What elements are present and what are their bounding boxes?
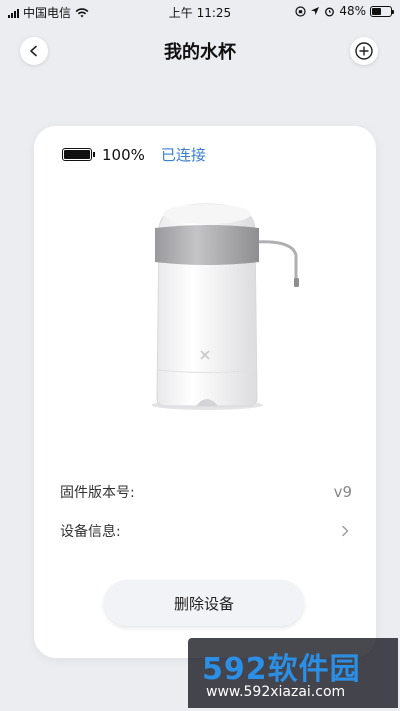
watermark-title: 592软件园 [202, 652, 361, 687]
watermark: 592软件园 www.592xiazai.com [188, 638, 398, 708]
connection-status: 已连接 [160, 146, 206, 164]
chevron-right-icon [342, 525, 349, 537]
device-status: 100% 已连接 [62, 144, 206, 165]
status-right: 48% [295, 4, 394, 18]
water-cup-image [152, 203, 299, 410]
watermark-url: www.592xiazai.com [206, 684, 346, 700]
location-icon [311, 7, 320, 15]
device-battery-percent: 100% [102, 145, 145, 164]
battery-icon [370, 5, 394, 17]
delete-device-button[interactable]: 删除设备 [104, 580, 304, 626]
device-info-row[interactable]: 设备信息: [60, 521, 352, 541]
firmware-row: 固件版本号: v9 [60, 482, 352, 502]
device-battery-icon [62, 148, 95, 161]
device-info-label: 设备信息: [60, 524, 121, 540]
alarm-icon [325, 7, 335, 16]
page-title: 我的水杯 [164, 42, 236, 63]
firmware-value: v9 [333, 483, 352, 501]
firmware-label: 固件版本号: [60, 485, 135, 501]
plus-circle-icon [355, 42, 373, 60]
orientation-lock-icon [295, 5, 306, 17]
battery-percent: 48% [339, 4, 366, 18]
add-device-button[interactable] [350, 37, 378, 65]
status-bar: 中国电信 上午 11:25 48% [0, 0, 400, 22]
nav-bar: 我的水杯 [0, 28, 400, 72]
device-card: 100% 已连接 固件版本号: v9 设备信息: 删除设备 [34, 126, 376, 658]
